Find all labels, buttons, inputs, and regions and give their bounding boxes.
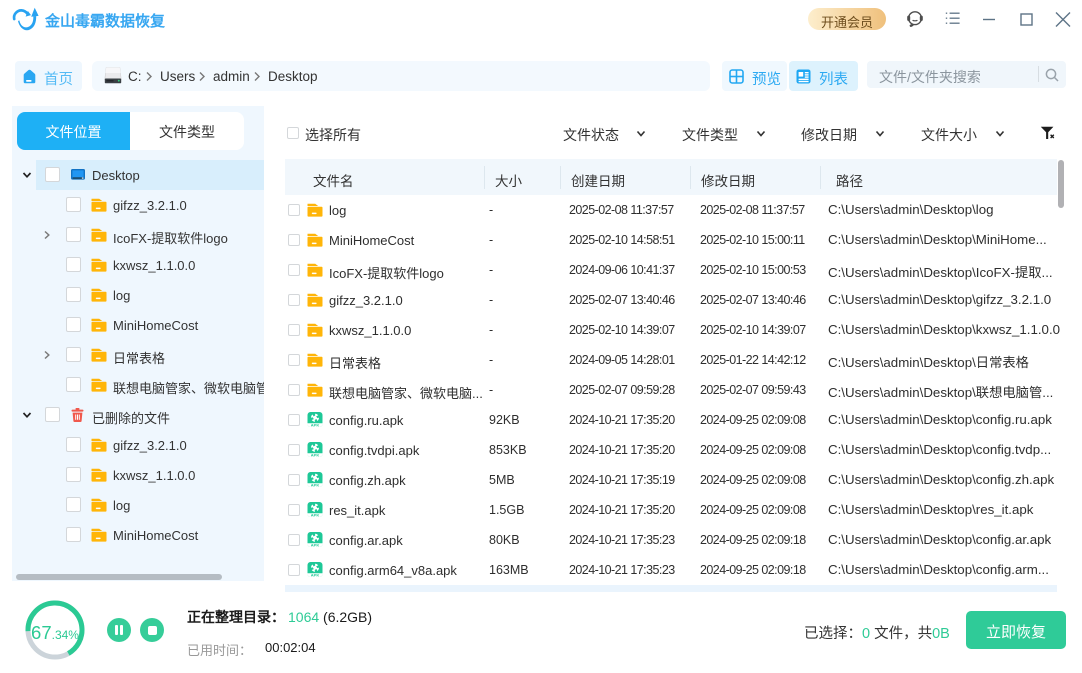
svg-text:APK: APK bbox=[311, 573, 320, 578]
svg-text:APK: APK bbox=[311, 423, 320, 428]
svg-text:APK: APK bbox=[311, 513, 320, 518]
svg-text:APK: APK bbox=[311, 453, 320, 458]
svg-text:APK: APK bbox=[311, 483, 320, 488]
svg-text:APK: APK bbox=[311, 543, 320, 548]
